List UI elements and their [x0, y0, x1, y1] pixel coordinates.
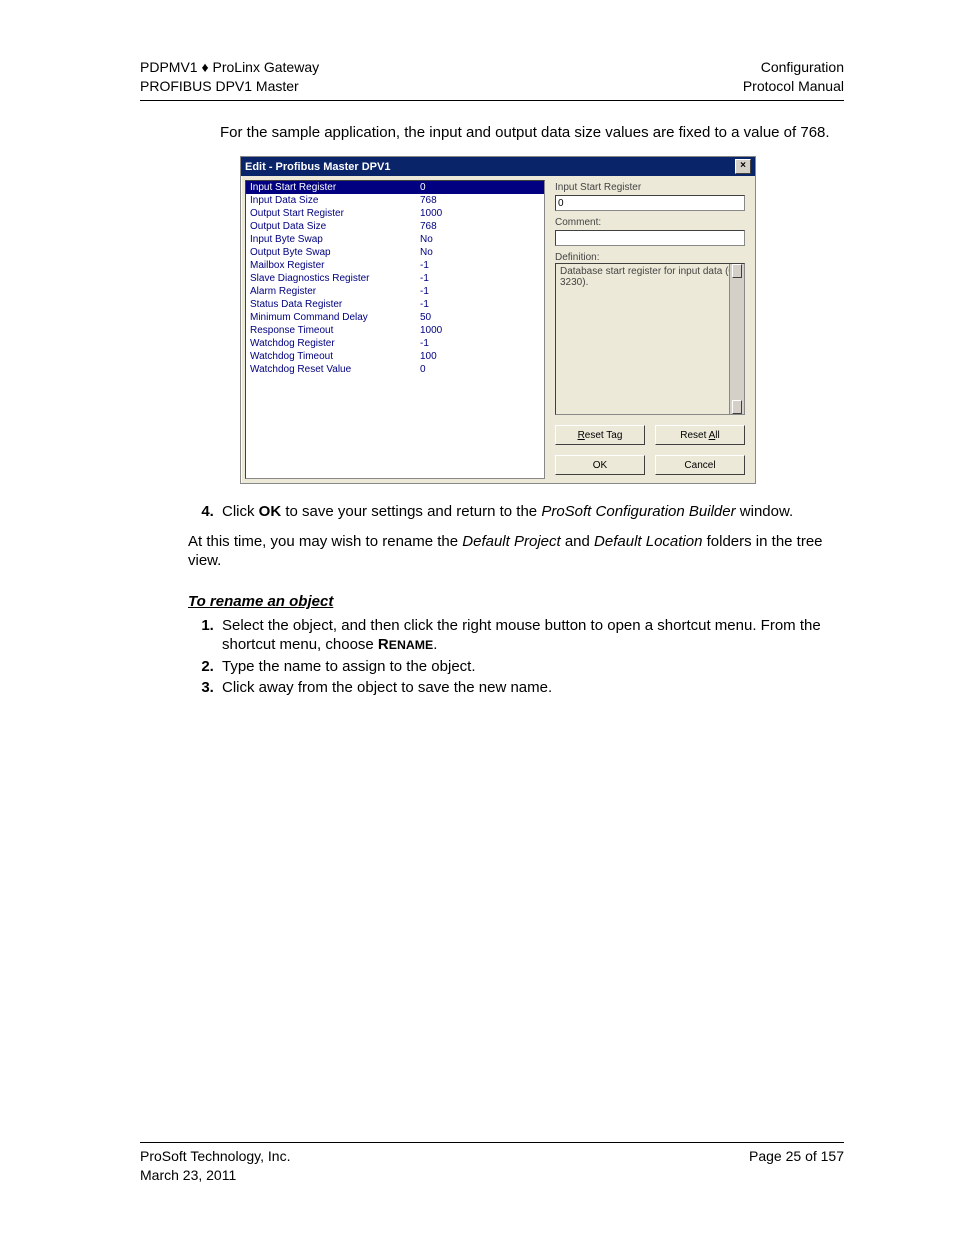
param-row[interactable]: Status Data Register-1: [246, 298, 544, 311]
param-row[interactable]: Watchdog Reset Value0: [246, 363, 544, 376]
rename-intro: At this time, you may wish to rename the…: [188, 532, 844, 571]
rename-subhead: To rename an object: [188, 593, 844, 610]
param-row[interactable]: Input Byte SwapNo: [246, 233, 544, 246]
param-value: 768: [420, 220, 437, 233]
header-right-1: Configuration: [743, 58, 844, 77]
definition-label: Definition:: [555, 252, 745, 263]
header-left-1: PDPMV1 ♦ ProLinx Gateway: [140, 58, 319, 77]
param-value: No: [420, 246, 433, 259]
param-value: 1000: [420, 324, 442, 337]
param-row[interactable]: Output Data Size768: [246, 220, 544, 233]
param-row[interactable]: Output Start Register1000: [246, 207, 544, 220]
step-list-a: Click OK to save your settings and retur…: [188, 502, 844, 522]
footer-left-2: March 23, 2011: [140, 1166, 236, 1185]
rename-step-3: Click away from the object to save the n…: [218, 678, 844, 698]
param-value: 50: [420, 311, 431, 324]
param-value: 0: [420, 363, 426, 376]
header-left-2: PROFIBUS DPV1 Master: [140, 77, 319, 96]
rename-step-1: Select the object, and then click the ri…: [218, 616, 844, 655]
param-name: Output Data Size: [250, 220, 420, 233]
param-name: Watchdog Timeout: [250, 350, 420, 363]
param-value: 1000: [420, 207, 442, 220]
header-right-2: Protocol Manual: [743, 77, 844, 96]
param-row[interactable]: Input Data Size768: [246, 194, 544, 207]
dialog-titlebar: Edit - Profibus Master DPV1 ×: [241, 157, 755, 176]
param-name: Input Data Size: [250, 194, 420, 207]
footer-left-1: ProSoft Technology, Inc.: [140, 1147, 290, 1166]
param-name: Output Byte Swap: [250, 246, 420, 259]
param-name: Minimum Command Delay: [250, 311, 420, 324]
param-row[interactable]: Watchdog Timeout100: [246, 350, 544, 363]
field-label: Input Start Register: [555, 182, 745, 193]
scrollbar[interactable]: [729, 264, 744, 414]
param-row[interactable]: Output Byte SwapNo: [246, 246, 544, 259]
param-name: Alarm Register: [250, 285, 420, 298]
param-name: Response Timeout: [250, 324, 420, 337]
edit-dialog: Edit - Profibus Master DPV1 × Input Star…: [240, 156, 756, 484]
page-header: PDPMV1 ♦ ProLinx Gateway PROFIBUS DPV1 M…: [140, 58, 844, 96]
footer-rule: [140, 1142, 844, 1143]
intro-paragraph: For the sample application, the input an…: [220, 123, 844, 143]
comment-input[interactable]: [555, 230, 745, 246]
param-value: -1: [420, 337, 429, 350]
param-row[interactable]: Watchdog Register-1: [246, 337, 544, 350]
param-row[interactable]: Slave Diagnostics Register-1: [246, 272, 544, 285]
param-name: Slave Diagnostics Register: [250, 272, 420, 285]
param-name: Output Start Register: [250, 207, 420, 220]
param-row[interactable]: Input Start Register0: [246, 181, 544, 194]
param-name: Watchdog Register: [250, 337, 420, 350]
dialog-title: Edit - Profibus Master DPV1: [245, 161, 390, 173]
parameter-list[interactable]: Input Start Register0Input Data Size768O…: [245, 180, 545, 479]
param-value: -1: [420, 298, 429, 311]
param-value: -1: [420, 259, 429, 272]
param-row[interactable]: Alarm Register-1: [246, 285, 544, 298]
param-name: Input Byte Swap: [250, 233, 420, 246]
param-value: 100: [420, 350, 437, 363]
header-rule: [140, 100, 844, 101]
step-4: Click OK to save your settings and retur…: [218, 502, 844, 522]
param-value: -1: [420, 285, 429, 298]
param-row[interactable]: Response Timeout1000: [246, 324, 544, 337]
param-name: Input Start Register: [250, 181, 420, 194]
reset-all-button[interactable]: Reset All: [655, 425, 745, 445]
definition-text: Database start register for input data (…: [560, 266, 737, 288]
param-row[interactable]: Minimum Command Delay50: [246, 311, 544, 324]
cancel-button[interactable]: Cancel: [655, 455, 745, 475]
param-row[interactable]: Mailbox Register-1: [246, 259, 544, 272]
param-name: Watchdog Reset Value: [250, 363, 420, 376]
page-footer: ProSoft Technology, Inc. Page 25 of 157 …: [140, 1142, 844, 1185]
value-input[interactable]: [555, 195, 745, 211]
param-name: Status Data Register: [250, 298, 420, 311]
param-name: Mailbox Register: [250, 259, 420, 272]
footer-right-1: Page 25 of 157: [749, 1147, 844, 1166]
param-value: 768: [420, 194, 437, 207]
param-value: -1: [420, 272, 429, 285]
definition-box: Database start register for input data (…: [555, 263, 745, 415]
comment-label: Comment:: [555, 217, 745, 228]
rename-steps: Select the object, and then click the ri…: [188, 616, 844, 698]
rename-step-2: Type the name to assign to the object.: [218, 657, 844, 677]
close-icon[interactable]: ×: [735, 159, 751, 174]
param-value: No: [420, 233, 433, 246]
ok-button[interactable]: OK: [555, 455, 645, 475]
reset-tag-button[interactable]: Reset Tag: [555, 425, 645, 445]
param-value: 0: [420, 181, 426, 194]
